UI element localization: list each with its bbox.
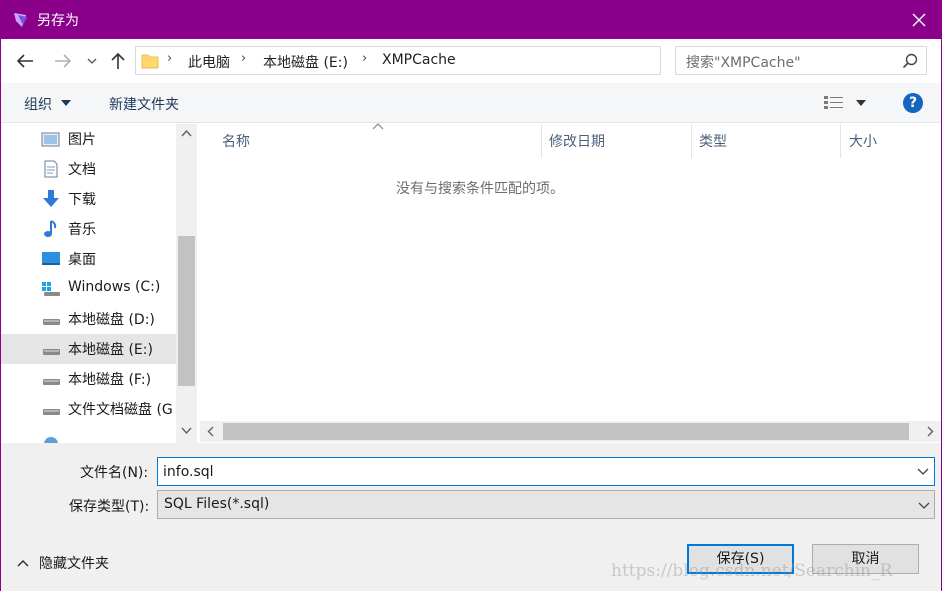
recent-locations-button[interactable] bbox=[85, 49, 99, 73]
chevron-down-icon[interactable] bbox=[917, 466, 929, 476]
hide-folders-toggle[interactable]: 隐藏文件夹 bbox=[13, 551, 123, 575]
chevron-right-icon[interactable] bbox=[925, 425, 935, 438]
breadcrumb-separator: › bbox=[241, 51, 247, 66]
sidebar-item-label: 音乐 bbox=[68, 222, 96, 238]
sidebar-item-windows-c[interactable]: Windows (C:) bbox=[1, 274, 176, 304]
filename-label: 文件名(N): bbox=[80, 465, 149, 481]
network-icon bbox=[44, 437, 58, 443]
sidebar-item-label: 图片 bbox=[68, 132, 96, 148]
drive-icon bbox=[43, 379, 60, 385]
column-header-size[interactable]: 大小 bbox=[849, 131, 877, 151]
chevron-down-icon[interactable] bbox=[180, 426, 193, 436]
caret-down-icon[interactable] bbox=[856, 100, 866, 106]
drive-icon bbox=[43, 409, 60, 415]
column-divider[interactable] bbox=[691, 124, 692, 158]
chevron-down-icon bbox=[918, 502, 930, 509]
chevron-up-icon bbox=[17, 559, 29, 567]
back-button[interactable] bbox=[13, 49, 37, 73]
arrow-left-icon bbox=[16, 54, 33, 68]
breadcrumb-xmpcache[interactable]: XMPCache bbox=[382, 52, 456, 68]
sidebar-item-label: 本地磁盘 (F:) bbox=[68, 372, 152, 388]
breadcrumb-separator: › bbox=[167, 51, 173, 66]
address-bar[interactable]: › 此电脑 › 本地磁盘 (E:) › XMPCache bbox=[135, 46, 787, 75]
help-icon[interactable]: ? bbox=[903, 93, 923, 113]
arrow-right-icon bbox=[55, 54, 72, 68]
documents-icon bbox=[44, 160, 58, 178]
sidebar-item-drive-f[interactable]: 本地磁盘 (F:) bbox=[1, 364, 176, 394]
column-divider[interactable] bbox=[840, 124, 841, 158]
desktop-icon bbox=[42, 252, 60, 265]
close-icon bbox=[912, 13, 926, 27]
column-header-date[interactable]: 修改日期 bbox=[549, 131, 605, 151]
windows-drive-icon bbox=[42, 282, 60, 296]
sidebar-item-drive-d[interactable]: 本地磁盘 (D:) bbox=[1, 304, 176, 334]
downloads-icon bbox=[43, 190, 59, 207]
file-list-scrollbar[interactable] bbox=[200, 421, 941, 442]
scrollbar-thumb[interactable] bbox=[223, 423, 909, 440]
hide-folders-label: 隐藏文件夹 bbox=[39, 556, 109, 572]
column-header-name[interactable]: 名称 bbox=[222, 131, 250, 151]
title-bar: 另存为 bbox=[1, 1, 941, 39]
up-button[interactable] bbox=[107, 49, 129, 73]
window-title: 另存为 bbox=[37, 13, 79, 29]
music-icon bbox=[44, 220, 57, 237]
folder-icon bbox=[141, 54, 159, 69]
chevron-up-icon[interactable] bbox=[180, 128, 193, 138]
new-folder-button[interactable]: 新建文件夹 bbox=[109, 94, 179, 114]
sidebar-item-documents[interactable]: 文档 bbox=[1, 154, 176, 184]
sort-ascending-icon bbox=[372, 123, 384, 130]
column-divider[interactable] bbox=[541, 124, 542, 158]
sidebar-item-downloads[interactable]: 下载 bbox=[1, 184, 176, 214]
search-icon bbox=[902, 53, 918, 69]
save-as-dialog: 另存为 › 此电脑 › 本地磁盘 (E:) › XMPCache 搜索"XMPC… bbox=[0, 0, 942, 591]
command-bar: 组织 新建文件夹 ? bbox=[1, 83, 941, 123]
sidebar-item-pictures[interactable]: 图片 bbox=[1, 124, 176, 154]
search-placeholder: 搜索"XMPCache" bbox=[686, 55, 801, 71]
breadcrumb-this-pc[interactable]: 此电脑 bbox=[188, 52, 230, 72]
watermark: https://blog.csdn.net/Searchin_R bbox=[611, 561, 893, 581]
chevron-left-icon[interactable] bbox=[206, 425, 216, 438]
sidebar-item-label: Windows (C:) bbox=[68, 279, 161, 295]
filetype-label: 保存类型(T): bbox=[69, 499, 150, 515]
arrow-up-icon bbox=[111, 52, 125, 69]
sidebar-item-network[interactable] bbox=[1, 428, 176, 443]
pictures-icon bbox=[41, 132, 60, 147]
caret-down-icon bbox=[61, 100, 71, 106]
sidebar-item-label: 下载 bbox=[68, 192, 96, 208]
organize-menu[interactable]: 组织 bbox=[24, 94, 52, 114]
drive-icon bbox=[43, 319, 60, 325]
file-list: 名称 修改日期 类型 大小 没有与搜索条件匹配的项。 bbox=[200, 123, 941, 421]
breadcrumb-separator: › bbox=[362, 51, 368, 66]
filetype-value: SQL Files(*.sql) bbox=[164, 496, 270, 512]
sidebar-item-label: 本地磁盘 (E:) bbox=[68, 342, 153, 358]
drive-icon bbox=[43, 349, 60, 355]
search-input[interactable]: 搜索"XMPCache" bbox=[675, 46, 927, 75]
view-options-icon[interactable] bbox=[824, 96, 844, 110]
app-logo-icon bbox=[14, 13, 27, 27]
sidebar-item-label: 本地磁盘 (D:) bbox=[68, 312, 155, 328]
address-row: › 此电脑 › 本地磁盘 (E:) › XMPCache 搜索"XMPCache… bbox=[1, 39, 941, 83]
navigation-pane: 图片 文档 下载 音乐 桌面 Windows (C:) 本地磁盘 (D:) 本地… bbox=[1, 124, 197, 443]
sidebar-item-label: 文档 bbox=[68, 162, 96, 178]
forward-button[interactable] bbox=[51, 49, 75, 73]
close-button[interactable] bbox=[897, 1, 941, 39]
column-header-type[interactable]: 类型 bbox=[699, 131, 727, 151]
filename-input[interactable] bbox=[157, 457, 935, 486]
sidebar-item-label: 文件文档磁盘 (G bbox=[68, 402, 173, 418]
scrollbar-thumb[interactable] bbox=[178, 236, 195, 386]
sidebar-item-desktop[interactable]: 桌面 bbox=[1, 244, 176, 274]
sidebar-item-drive-g[interactable]: 文件文档磁盘 (G bbox=[1, 394, 176, 424]
sidebar-scrollbar[interactable] bbox=[176, 124, 197, 443]
filetype-select[interactable]: SQL Files(*.sql) bbox=[157, 490, 935, 519]
sidebar-item-music[interactable]: 音乐 bbox=[1, 214, 176, 244]
chevron-down-icon bbox=[87, 58, 97, 64]
empty-folder-message: 没有与搜索条件匹配的项。 bbox=[396, 181, 564, 197]
sidebar-item-drive-e[interactable]: 本地磁盘 (E:) bbox=[1, 334, 176, 364]
sidebar-item-label: 桌面 bbox=[68, 252, 96, 268]
breadcrumb-drive-e[interactable]: 本地磁盘 (E:) bbox=[263, 52, 348, 72]
